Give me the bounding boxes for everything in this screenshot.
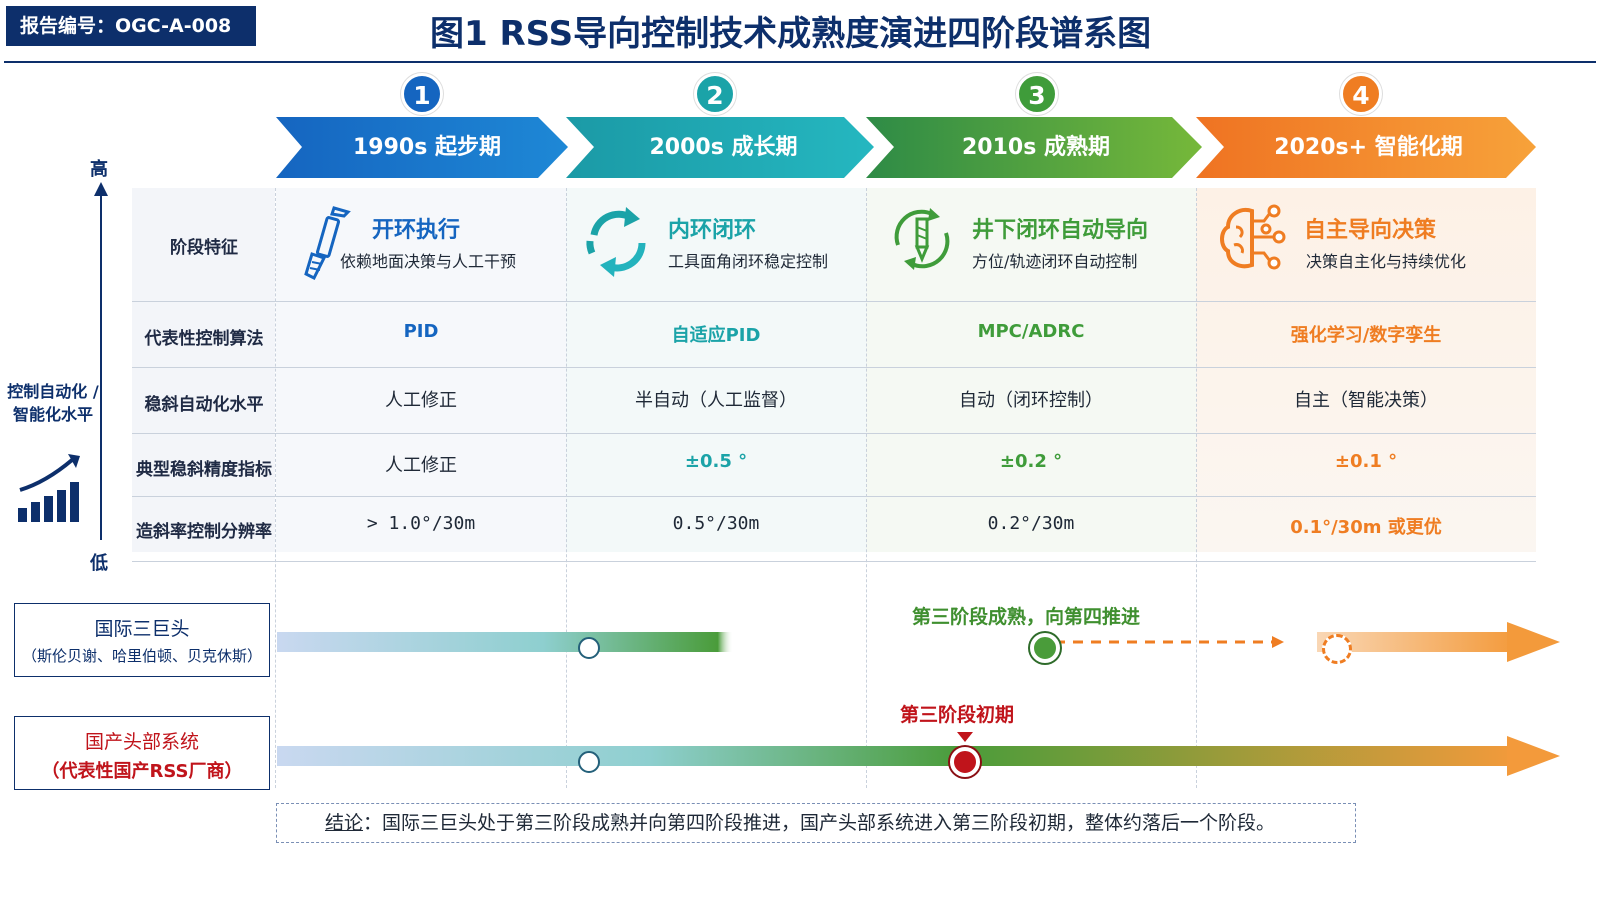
algorithm-cell-3: MPC/ADRC: [977, 321, 1085, 342]
conclusion-box: 结论：国际三巨头处于第三阶段成熟并向第四阶段推进，国产头部系统进入第三阶段初期，…: [276, 803, 1356, 843]
algorithm-cell-2: 自适应PID: [671, 325, 761, 346]
party-sub: （斯伦贝谢、哈里伯顿、贝克休斯）: [21, 647, 262, 665]
stage-number-3: 3: [1016, 73, 1058, 115]
algorithm-cell-1: PID: [403, 321, 439, 342]
column-divider: [275, 188, 276, 788]
precision-cell-2: ±0.5 °: [684, 451, 748, 472]
track-node-stage2-international: [578, 637, 600, 659]
automation-cell-3: 自动（闭环控制）: [959, 390, 1103, 411]
conclusion-key: 结论: [325, 812, 364, 834]
stage-label-4: 2020s+ 智能化期: [1274, 135, 1463, 160]
column-divider: [866, 188, 867, 788]
resolution-cell-1: > 1.0°/30m: [366, 513, 476, 534]
drill-cycle-icon: [894, 208, 950, 270]
party-name: 国产头部系统: [84, 731, 199, 753]
party-sub: （代表性国产RSS厂商）: [41, 761, 243, 782]
precision-cell-4: ±0.1 °: [1334, 451, 1398, 472]
resolution-cell-4: 0.1°/30m 或更优: [1290, 517, 1442, 538]
party-name: 国际三巨头: [94, 618, 190, 640]
row-divider: [132, 496, 1536, 497]
y-axis-high-label: 高: [90, 159, 108, 180]
stage-label-2: 2000s 成长期: [649, 135, 798, 160]
resolution-cell-2: 0.5°/30m: [672, 513, 760, 534]
feature-sub-2: 工具面角闭环稳定控制: [668, 252, 829, 271]
column-divider: [566, 188, 567, 788]
track-node-stage2-domestic: [578, 751, 600, 773]
row-header-algorithm: 代表性控制算法: [144, 329, 264, 349]
brain-circuit-icon: [1220, 204, 1286, 270]
automation-cell-4: 自主（智能决策）: [1294, 390, 1438, 411]
stage-label-1: 1990s 起步期: [353, 135, 501, 160]
y-axis-line: [100, 195, 102, 540]
stage-banner-3: 2010s 成熟期: [866, 117, 1202, 178]
feature-sub-3: 方位/轨迹闭环自动控制: [972, 252, 1138, 271]
track-domestic: [277, 736, 1560, 776]
stage-number-4: 4: [1340, 73, 1382, 115]
title-divider: [4, 61, 1596, 63]
feature-title-4: 自主导向决策: [1304, 218, 1437, 243]
stage-number-2: 2: [694, 73, 736, 115]
stage-banner-1: 1990s 起步期: [276, 117, 568, 178]
status-label-international: 第三阶段成熟，向第四推进: [912, 606, 1141, 628]
precision-cell-1: 人工修正: [385, 455, 457, 476]
track-target-marker-international: [1322, 634, 1352, 664]
feature-sub-4: 决策自主化与持续优化: [1306, 252, 1467, 271]
row-divider: [132, 301, 1536, 302]
cycle-arrows-icon: [586, 207, 646, 277]
stage-banner-2: 2000s 成长期: [566, 117, 874, 178]
automation-cell-1: 人工修正: [385, 390, 457, 411]
row-divider: [132, 561, 1536, 562]
stage-banner-4: 2020s+ 智能化期: [1196, 117, 1536, 178]
column-divider: [1196, 188, 1197, 788]
row-divider: [132, 433, 1536, 434]
resolution-cell-3: 0.2°/30m: [987, 513, 1075, 534]
status-label-domestic: 第三阶段初期: [900, 704, 1015, 726]
row-header-resolution: 造斜率控制分辨率: [136, 522, 272, 542]
track-current-marker-international: [1030, 633, 1060, 663]
conclusion-text: ：国际三巨头处于第三阶段成熟并向第四阶段推进，国产头部系统进入第三阶段初期，整体…: [363, 812, 1276, 834]
pointer-triangle-icon: [957, 732, 973, 742]
row-header-features: 阶段特征: [170, 238, 238, 258]
precision-cell-3: ±0.2 °: [999, 451, 1063, 472]
row-header-precision: 典型稳斜精度指标: [136, 460, 272, 480]
growth-chart-icon: [18, 454, 80, 522]
algorithm-cell-4: 强化学习/数字孪生: [1290, 325, 1442, 346]
automation-cell-2: 半自动（人工监督）: [635, 390, 797, 411]
party-box-international: 国际三巨头 （斯伦贝谢、哈里伯顿、贝克休斯）: [14, 603, 270, 677]
row-header-automation: 稳斜自动化水平: [144, 395, 264, 415]
stage-label-3: 2010s 成熟期: [962, 135, 1110, 160]
feature-sub-1: 依赖地面决策与人工干预: [340, 252, 517, 271]
feature-title-2: 内环闭环: [668, 218, 757, 243]
report-id-badge: 报告编号：OGC-A-008: [6, 6, 256, 46]
party-box-domestic: 国产头部系统 （代表性国产RSS厂商）: [14, 716, 270, 790]
row-divider: [132, 367, 1536, 368]
feature-title-1: 开环执行: [372, 218, 461, 243]
stage-number-1: 1: [401, 73, 443, 115]
y-axis-label: 控制自动化 / 智能化水平: [7, 382, 99, 424]
y-axis-low-label: 低: [90, 553, 108, 574]
track-current-marker-domestic: [950, 747, 980, 777]
page-title: 图1 RSS导向控制技术成熟度演进四阶段谱系图: [430, 14, 1152, 54]
feature-title-3: 井下闭环自动导向: [972, 218, 1149, 243]
y-axis-arrowhead: [94, 182, 108, 196]
